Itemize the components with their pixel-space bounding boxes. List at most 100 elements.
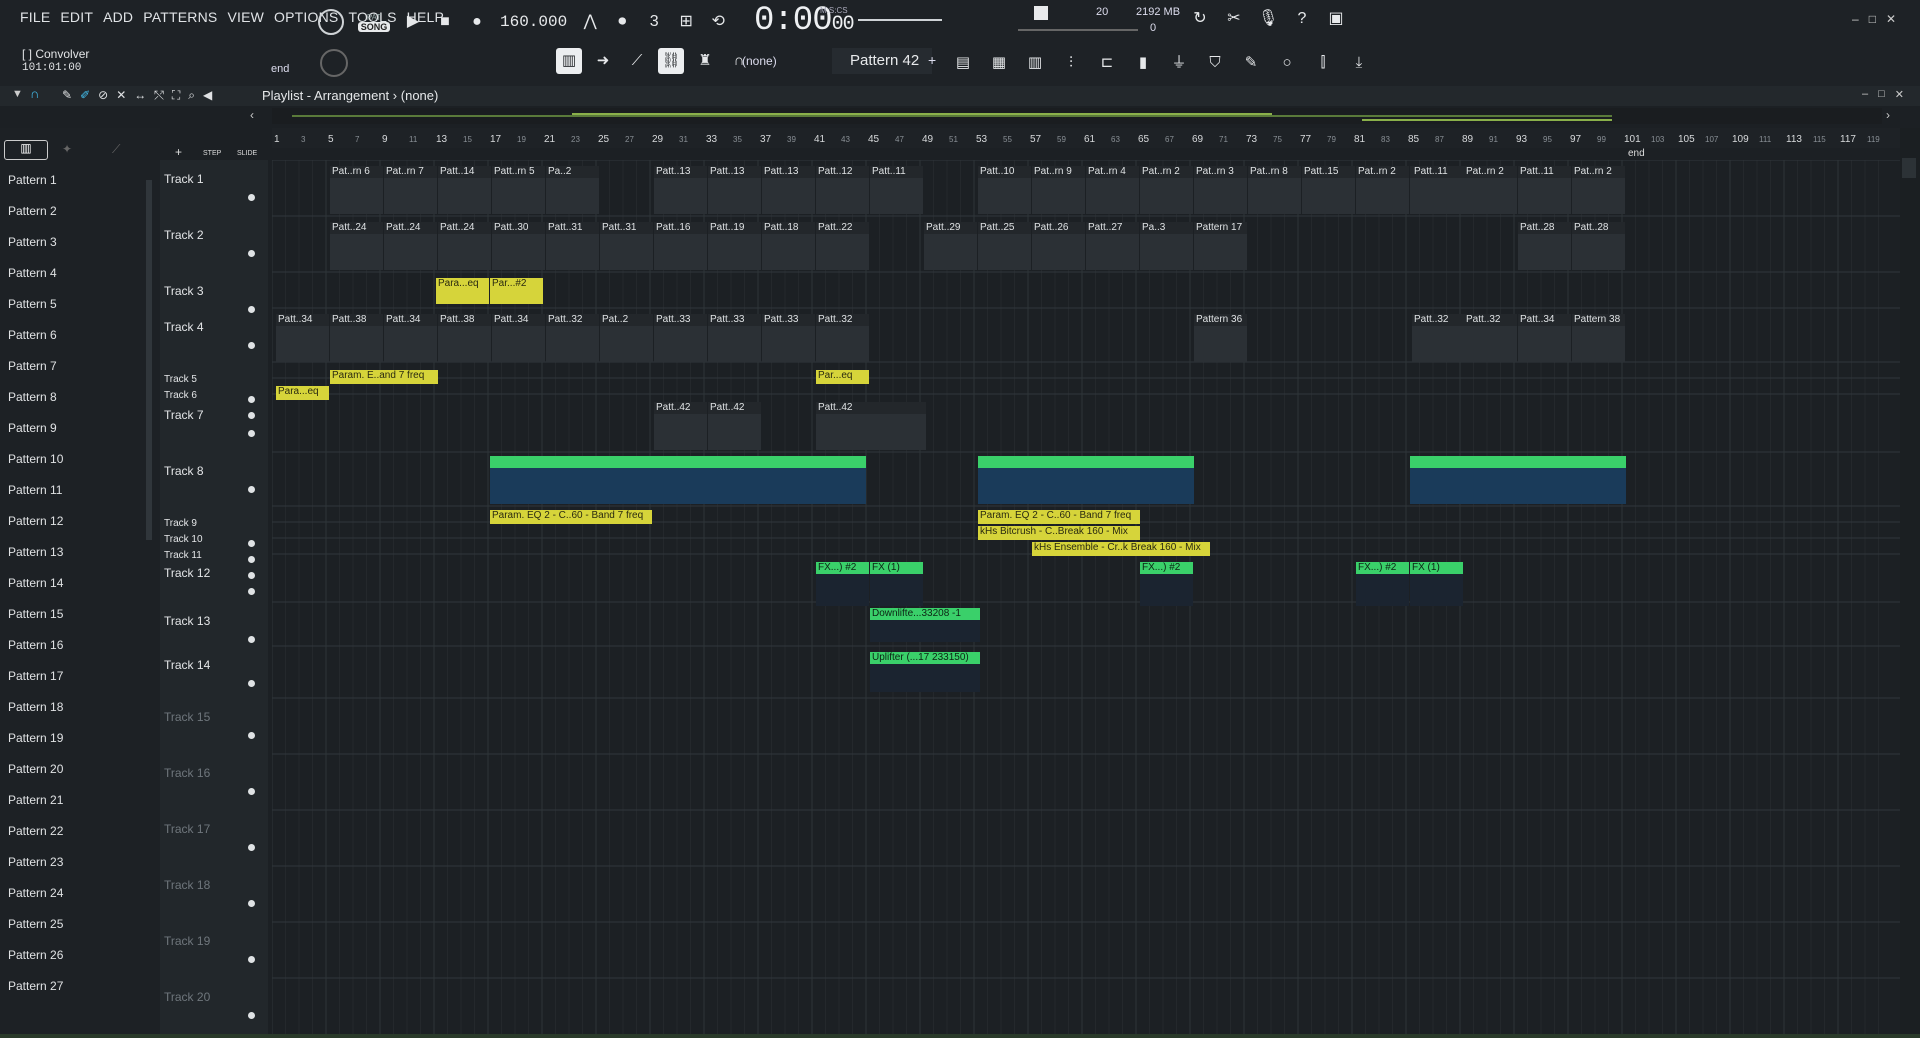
pattern-clip[interactable]: Patt..34 bbox=[492, 314, 545, 362]
pattern-item[interactable]: Pattern 11 bbox=[8, 483, 62, 497]
pattern-clip[interactable]: Patt..32 bbox=[816, 314, 869, 362]
step-label[interactable]: STEP bbox=[203, 150, 221, 157]
audio-view-icon[interactable]: ✦ bbox=[62, 142, 72, 156]
pattern-clip[interactable]: Patt..38 bbox=[438, 314, 491, 362]
pattern-item[interactable]: Pattern 4 bbox=[8, 266, 57, 280]
track-name[interactable]: Track 9 bbox=[164, 518, 197, 529]
piano-roll-icon[interactable]: ▥ bbox=[556, 48, 582, 74]
automation-clip[interactable]: Param. EQ 2 - C..60 - Band 7 freq bbox=[978, 510, 1140, 524]
pattern-item[interactable]: Pattern 25 bbox=[8, 917, 63, 931]
slice-icon[interactable]: ⤲ bbox=[154, 88, 164, 103]
channel-rack-icon[interactable]: ▦ bbox=[986, 50, 1012, 76]
pattern-item[interactable]: Pattern 19 bbox=[8, 731, 63, 745]
pattern-clip[interactable]: Patt..11 bbox=[1412, 166, 1465, 214]
automation-clip[interactable]: Par...#2 bbox=[490, 278, 543, 304]
pattern-clip[interactable]: Pat..rn 7 bbox=[384, 166, 437, 214]
pen-icon[interactable]: ✎ bbox=[1238, 50, 1264, 76]
song-end-marker[interactable]: end bbox=[1628, 148, 1645, 159]
pattern-item[interactable]: Pattern 7 bbox=[8, 359, 57, 373]
audio-clip[interactable]: Downlifte...33208 -1 bbox=[870, 608, 980, 642]
loop-record-icon[interactable]: ⟲ bbox=[709, 13, 727, 31]
pattern-item[interactable]: Pattern 27 bbox=[8, 979, 63, 993]
track-name[interactable]: Track 7 bbox=[164, 408, 204, 422]
track-name[interactable]: Track 6 bbox=[164, 390, 197, 401]
pattern-item[interactable]: Pattern 22 bbox=[8, 824, 63, 838]
pattern-clip[interactable]: Pat..rn 6 bbox=[330, 166, 383, 214]
pattern-clip[interactable]: Patt..13 bbox=[708, 166, 761, 214]
pattern-clip[interactable]: Patt..34 bbox=[276, 314, 329, 362]
track-mute-dot[interactable] bbox=[248, 900, 255, 907]
pattern-item[interactable]: Pattern 24 bbox=[8, 886, 63, 900]
playlist-menu-icon[interactable]: ▼ bbox=[12, 88, 23, 100]
track-mute-dot[interactable] bbox=[248, 732, 255, 739]
piano-icon[interactable]: ▥ bbox=[1022, 50, 1048, 76]
add-pattern-button[interactable]: + bbox=[928, 52, 936, 68]
audio-clip[interactable]: Uplifter (...17 233150) bbox=[870, 652, 980, 692]
pattern-clip[interactable]: Patt..29 bbox=[924, 222, 977, 270]
pattern-clip[interactable]: Pat..rn 2 bbox=[1356, 166, 1409, 214]
track-mute-dot[interactable] bbox=[248, 844, 255, 851]
track-mute-dot[interactable] bbox=[248, 250, 255, 257]
vertical-scrollbar[interactable] bbox=[1900, 128, 1920, 1038]
stop-icon[interactable]: ■ bbox=[436, 13, 454, 31]
wait-record-icon[interactable]: ⏺ bbox=[613, 13, 631, 31]
chat-icon[interactable]: ○ bbox=[1274, 50, 1300, 76]
pattern-clip[interactable]: Patt..31 bbox=[600, 222, 653, 270]
pattern-clip[interactable]: Patt..32 bbox=[1464, 314, 1517, 362]
track-mute-dot[interactable] bbox=[248, 540, 255, 547]
tempo-icon[interactable]: ⛉ bbox=[1202, 50, 1228, 76]
master-volume-knob[interactable] bbox=[318, 9, 344, 35]
pattern-clip[interactable]: Patt..28 bbox=[1572, 222, 1625, 270]
automation-clip[interactable]: Para...eq bbox=[276, 386, 329, 400]
undo-icon[interactable]: ↻ bbox=[1190, 9, 1210, 29]
track-mute-dot[interactable] bbox=[248, 396, 255, 403]
track-name[interactable]: Track 15 bbox=[164, 710, 210, 724]
pattern-item[interactable]: Pattern 26 bbox=[8, 948, 63, 962]
track-mute-dot[interactable] bbox=[248, 194, 255, 201]
pattern-clip[interactable]: Patt..28 bbox=[1518, 222, 1571, 270]
pattern-clip[interactable]: Patt..26 bbox=[1032, 222, 1085, 270]
pattern-clip[interactable]: Patt..32 bbox=[1412, 314, 1465, 362]
track-name[interactable]: Track 10 bbox=[164, 534, 203, 545]
pattern-item[interactable]: Pattern 21 bbox=[8, 793, 63, 807]
track-name[interactable]: Track 17 bbox=[164, 822, 210, 836]
track-name[interactable]: Track 8 bbox=[164, 464, 204, 478]
automation-clip[interactable]: Param. EQ 2 - C..60 - Band 7 freq bbox=[490, 510, 652, 524]
download-icon[interactable]: ⤓ bbox=[1346, 50, 1372, 76]
pattern-clip[interactable]: Pat..rn 3 bbox=[1194, 166, 1247, 214]
plugin-icon[interactable]: ⟋ bbox=[624, 48, 650, 74]
track-mute-dot[interactable] bbox=[248, 588, 255, 595]
pattern-clip[interactable]: Patt..18 bbox=[762, 222, 815, 270]
multilink-icon[interactable]: ✂ bbox=[1224, 9, 1244, 29]
audio-clip[interactable] bbox=[1410, 456, 1626, 504]
scroll-right-icon[interactable]: › bbox=[1886, 108, 1890, 122]
track-mute-dot[interactable] bbox=[248, 956, 255, 963]
pattern-item[interactable]: Pattern 23 bbox=[8, 855, 63, 869]
track-name[interactable]: Track 4 bbox=[164, 320, 204, 334]
pattern-clip[interactable]: Pat..rn 8 bbox=[1248, 166, 1301, 214]
track-name[interactable]: Track 14 bbox=[164, 658, 210, 672]
pattern-clip[interactable]: Pat..rn 2 bbox=[1464, 166, 1517, 214]
pattern-view-icon[interactable]: ▥ bbox=[4, 140, 48, 160]
zoom-icon[interactable]: ⌕ bbox=[188, 88, 195, 103]
playlist-close-icon[interactable]: ✕ bbox=[1895, 88, 1904, 101]
timeline-ruler[interactable]: 1 3 5 7 9 11 13 15 17 19 21 23 25 27 29 31 33 35 37 39 41 43 4… bbox=[272, 128, 1900, 148]
track-name[interactable]: Track 18 bbox=[164, 878, 210, 892]
tempo-display[interactable]: 160.000 bbox=[500, 13, 567, 31]
select-icon[interactable]: ⛶ bbox=[172, 88, 180, 103]
track-name[interactable]: Track 13 bbox=[164, 614, 210, 628]
pattern-clip[interactable]: Patt..33 bbox=[654, 314, 707, 362]
pattern-item[interactable]: Pattern 14 bbox=[8, 576, 63, 590]
automation-view-icon[interactable]: ⟋ bbox=[112, 142, 120, 157]
pattern-item[interactable]: Pattern 9 bbox=[8, 421, 57, 435]
track-name[interactable]: Track 5 bbox=[164, 374, 197, 385]
playlist-icon[interactable]: ▤ bbox=[950, 50, 976, 76]
pattern-clip[interactable]: Patt..38 bbox=[330, 314, 383, 362]
audio-clip[interactable]: FX...) #2 bbox=[1140, 562, 1193, 606]
track-name[interactable]: Track 2 bbox=[164, 228, 204, 242]
pattern-clip[interactable]: Patt..11 bbox=[1518, 166, 1571, 214]
pattern-clip[interactable]: Patt..42 bbox=[708, 402, 761, 450]
pattern-item[interactable]: Pattern 20 bbox=[8, 762, 63, 776]
track-mute-dot[interactable] bbox=[248, 556, 255, 563]
track-name[interactable]: Track 20 bbox=[164, 990, 210, 1004]
